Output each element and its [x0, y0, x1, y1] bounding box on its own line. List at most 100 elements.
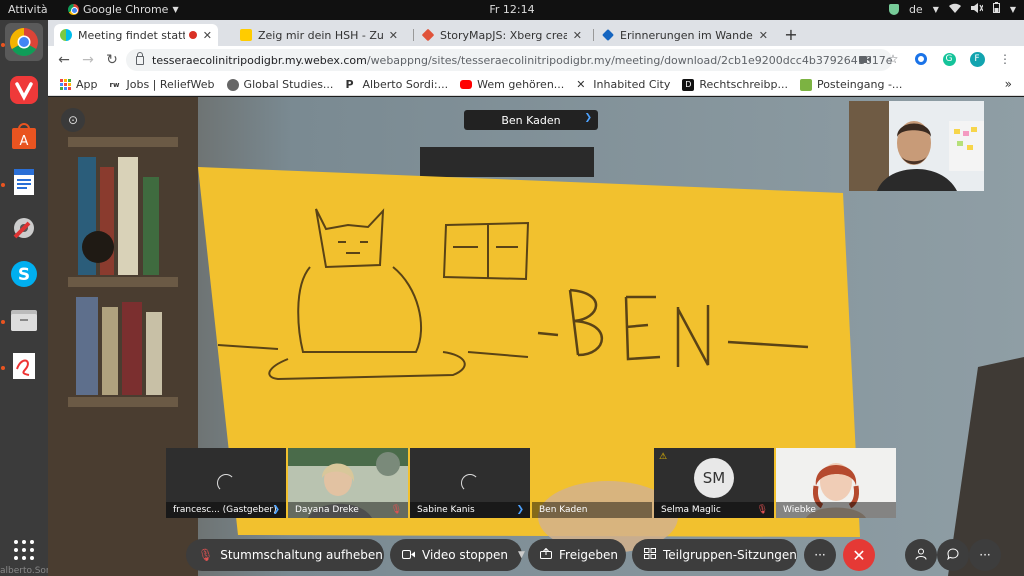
mic-muted-icon: 🎙︎ [390, 505, 402, 515]
panel-options-button[interactable]: ··· [969, 539, 1001, 571]
dock-software-store[interactable]: A [5, 117, 43, 155]
participant-name: Wiebke [783, 505, 816, 515]
vivaldi-icon [10, 76, 38, 104]
tab-title: Zeig mir dein HSH - Zusam [258, 28, 383, 42]
bookmark-global-studies[interactable]: Global Studies... [226, 78, 333, 91]
chevron-right-icon: ❯ [584, 113, 592, 123]
tab-erinnerungen[interactable]: Erinnerungen im Wandel ✕ [596, 24, 774, 46]
unmute-button[interactable]: 🎙︎ Stummschaltung aufheben ▼ [186, 539, 400, 571]
settings-icon [13, 218, 34, 239]
leave-meeting-button[interactable]: ✕ [843, 539, 875, 571]
webex-favicon-icon [60, 29, 72, 41]
meeting-info-button[interactable]: ⊙ [61, 108, 85, 132]
chevron-down-icon: ▼ [932, 4, 939, 14]
app-menu[interactable]: Google Chrome ▼ [68, 3, 179, 16]
dock-writer[interactable] [5, 163, 43, 201]
self-view-video[interactable] [849, 101, 984, 191]
tab-hsh[interactable]: Zeig mir dein HSH - Zusam ✕ [234, 24, 404, 46]
cross-icon: ✕ [576, 77, 586, 91]
svg-text:S: S [18, 265, 30, 285]
bookmark-wem-gehoeren[interactable]: Wem gehören... [460, 78, 564, 91]
camera-icon[interactable] [856, 50, 874, 68]
participant-tile[interactable]: Ben Kaden [532, 448, 652, 518]
dock-chrome[interactable] [5, 23, 43, 61]
reload-button[interactable]: ↻ [102, 50, 122, 70]
participant-tile[interactable]: francesc... (Gastgeber) ❯ [166, 448, 286, 518]
stop-video-button[interactable]: Video stoppen ▼ [390, 539, 525, 571]
active-speaker-label[interactable]: Ben Kaden ❯ [464, 110, 598, 130]
chevron-right-icon: ❯ [272, 505, 280, 515]
evince-icon [13, 353, 35, 379]
loading-spinner-icon [217, 474, 235, 492]
toolbar-icons: ☆ G F ⋮ [856, 50, 1014, 68]
extension-icon[interactable] [912, 50, 930, 68]
participant-tile[interactable]: Sabine Kanis ❯ [410, 448, 530, 518]
video-camera-icon [402, 548, 415, 562]
bookmarks-bar: App rw Jobs | ReliefWeb Global Studies..… [48, 74, 1024, 96]
tab-strip: Meeting findet statt ... ✕ Zeig mir dein… [48, 20, 1024, 46]
participants-button[interactable] [905, 539, 937, 571]
close-icon[interactable]: ✕ [573, 29, 582, 42]
shield-icon [888, 3, 899, 15]
bookmark-reliefweb[interactable]: rw Jobs | ReliefWeb [110, 78, 215, 91]
tab-storymap[interactable]: StoryMapJS: Xberg creati ✕ [416, 24, 588, 46]
close-icon[interactable]: ✕ [203, 29, 212, 42]
dock-skype[interactable]: S [5, 255, 43, 293]
writer-icon [14, 169, 34, 195]
participant-tile[interactable]: Dayana Dreke 🎙︎ [288, 448, 408, 518]
tab-title: StoryMapJS: Xberg creati [440, 28, 567, 42]
bookmark-alberto-sordi[interactable]: P Alberto Sordi:... [345, 78, 448, 91]
svg-text:A: A [20, 134, 29, 149]
wifi-icon [948, 3, 961, 16]
desktop-file-label: alberto.Sordi [0, 566, 48, 576]
bookmark-posteingang[interactable]: Posteingang -... [799, 78, 902, 91]
show-applications-button[interactable] [5, 531, 43, 569]
forward-button[interactable]: → [78, 50, 98, 70]
bookmark-star-icon[interactable]: ☆ [884, 50, 902, 68]
clock[interactable]: Fr 12:14 [489, 3, 534, 16]
grammarly-icon[interactable]: G [940, 50, 958, 68]
breakout-sessions-button[interactable]: Teilgruppen-Sitzungen [632, 539, 797, 571]
lock-icon [136, 51, 144, 65]
bookmark-inhabited-city[interactable]: ✕ Inhabited City [576, 78, 670, 91]
ubuntu-dock: A S alberto.Sordi [0, 20, 48, 576]
tab-meeting[interactable]: Meeting findet statt ... ✕ [54, 24, 218, 46]
tab-separator [413, 29, 414, 41]
menu-dots-icon[interactable]: ⋮ [996, 50, 1014, 68]
participant-tile[interactable]: ⚠ SM Selma Maglic 🎙︎ [654, 448, 774, 518]
chevron-down-icon: ▼ [172, 5, 179, 14]
screen: Attività Google Chrome ▼ Fr 12:14 de ▼ ▼ [0, 0, 1024, 576]
address-bar[interactable]: tesseraecolinitripodigbr.my.webex.com/we… [126, 49, 892, 71]
bookmark-p-icon: P [345, 77, 354, 91]
participant-name: Dayana Dreke [295, 505, 359, 515]
share-button[interactable]: Freigeben [528, 539, 626, 571]
dock-settings[interactable] [5, 209, 43, 247]
back-button[interactable]: ← [54, 50, 74, 70]
chevron-right-icon: ❯ [516, 505, 524, 515]
dock-vivaldi[interactable] [5, 71, 43, 109]
participant-tile[interactable]: Wiebke [776, 448, 896, 518]
new-tab-button[interactable]: + [780, 24, 802, 46]
close-icon[interactable]: ✕ [759, 29, 768, 42]
system-tray[interactable]: de ▼ ▼ [888, 2, 1016, 16]
grid-icon [14, 540, 34, 560]
activities-button[interactable]: Attività [8, 3, 48, 16]
url-host: tesseraecolinitripodigbr.my.webex.com [152, 53, 367, 67]
close-icon[interactable]: ✕ [389, 29, 398, 42]
chevron-down-icon[interactable]: ▼ [518, 550, 525, 560]
running-indicator [1, 366, 5, 370]
keyboard-layout[interactable]: de [909, 3, 923, 16]
bookmark-apps[interactable]: App [60, 78, 98, 91]
bookmarks-overflow-icon[interactable]: » [1005, 77, 1012, 91]
reliefweb-icon: rw [109, 80, 120, 89]
app-name: Google Chrome [83, 3, 169, 16]
dock-document-viewer[interactable] [5, 347, 43, 385]
dock-files[interactable] [5, 301, 43, 339]
bookmark-rechtschreibung[interactable]: D Rechtschreibp... [682, 78, 788, 91]
url-path: /webappng/sites/tesseraecolinitripodigbr… [366, 53, 892, 67]
loading-spinner-icon [461, 474, 479, 492]
more-options-button[interactable]: ··· [804, 539, 836, 571]
chat-button[interactable] [937, 539, 969, 571]
profile-avatar[interactable]: F [968, 50, 986, 68]
participant-name: francesc... (Gastgeber) [173, 505, 277, 515]
